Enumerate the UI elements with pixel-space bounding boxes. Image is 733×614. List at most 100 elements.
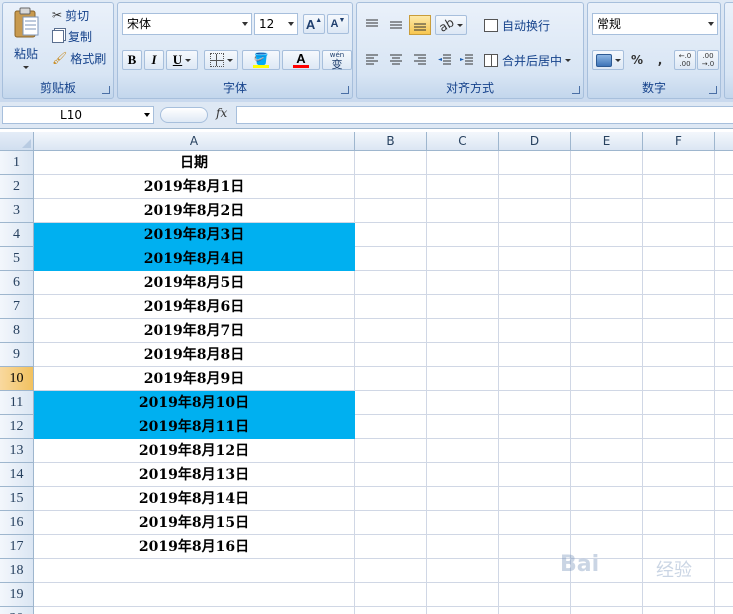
number-format-select[interactable]: 常规 — [592, 13, 718, 35]
cell-e13[interactable] — [571, 439, 643, 463]
row-header-7[interactable]: 7 — [0, 295, 34, 319]
row-header-15[interactable]: 15 — [0, 487, 34, 511]
cell-g6[interactable] — [715, 271, 733, 295]
row-header-12[interactable]: 12 — [0, 415, 34, 439]
cell-c13[interactable] — [427, 439, 499, 463]
cell-g2[interactable] — [715, 175, 733, 199]
row-header-6[interactable]: 6 — [0, 271, 34, 295]
row-header-8[interactable]: 8 — [0, 319, 34, 343]
cell-g9[interactable] — [715, 343, 733, 367]
number-dialog-launcher[interactable] — [709, 86, 717, 94]
cell-b4[interactable] — [355, 223, 427, 247]
cell-e1[interactable] — [571, 151, 643, 175]
cell-g16[interactable] — [715, 511, 733, 535]
increase-decimal-button[interactable]: ←.0 .00 — [674, 50, 696, 70]
row-header-1[interactable]: 1 — [0, 151, 34, 175]
row-header-20[interactable]: 20 — [0, 607, 34, 614]
cell-f6[interactable] — [643, 271, 715, 295]
cell-c20[interactable] — [427, 607, 499, 614]
cell-a10[interactable]: 2019年8月9日 — [34, 367, 355, 391]
cell-e5[interactable] — [571, 247, 643, 271]
cell-f11[interactable] — [643, 391, 715, 415]
cell-e6[interactable] — [571, 271, 643, 295]
cell-f7[interactable] — [643, 295, 715, 319]
underline-button[interactable]: U — [166, 50, 198, 70]
cell-a18[interactable] — [34, 559, 355, 583]
cell-c18[interactable] — [427, 559, 499, 583]
cell-e15[interactable] — [571, 487, 643, 511]
row-header-16[interactable]: 16 — [0, 511, 34, 535]
border-button[interactable] — [204, 50, 238, 70]
font-dialog-launcher[interactable] — [341, 86, 349, 94]
align-right-button[interactable] — [409, 50, 431, 70]
cell-c6[interactable] — [427, 271, 499, 295]
cell-a6[interactable]: 2019年8月5日 — [34, 271, 355, 295]
cell-f4[interactable] — [643, 223, 715, 247]
cell-f13[interactable] — [643, 439, 715, 463]
cell-b3[interactable] — [355, 199, 427, 223]
cell-b13[interactable] — [355, 439, 427, 463]
cell-f20[interactable] — [643, 607, 715, 614]
cell-g7[interactable] — [715, 295, 733, 319]
cut-button[interactable]: ✂ 剪切 — [51, 5, 111, 25]
cell-b12[interactable] — [355, 415, 427, 439]
orientation-button[interactable]: ab — [435, 15, 467, 35]
row-header-18[interactable]: 18 — [0, 559, 34, 583]
cell-f2[interactable] — [643, 175, 715, 199]
formula-pill[interactable] — [160, 107, 208, 123]
alignment-dialog-launcher[interactable] — [572, 86, 580, 94]
cell-g14[interactable] — [715, 463, 733, 487]
cell-c5[interactable] — [427, 247, 499, 271]
bold-button[interactable]: B — [122, 50, 142, 70]
cell-e19[interactable] — [571, 583, 643, 607]
cell-c17[interactable] — [427, 535, 499, 559]
cell-d14[interactable] — [499, 463, 571, 487]
phonetic-button[interactable]: wén 变 — [322, 50, 352, 70]
percent-button[interactable]: % — [626, 50, 648, 70]
cell-b7[interactable] — [355, 295, 427, 319]
cell-g4[interactable] — [715, 223, 733, 247]
format-painter-button[interactable]: 🖌 格式刷 — [51, 48, 113, 68]
cell-g12[interactable] — [715, 415, 733, 439]
cell-g13[interactable] — [715, 439, 733, 463]
cell-d4[interactable] — [499, 223, 571, 247]
copy-button[interactable]: 复制 — [51, 26, 111, 46]
cell-d15[interactable] — [499, 487, 571, 511]
cell-g5[interactable] — [715, 247, 733, 271]
cell-b19[interactable] — [355, 583, 427, 607]
fill-color-button[interactable]: 🪣 — [242, 50, 280, 70]
column-header-a[interactable]: A — [34, 132, 355, 151]
select-all-corner[interactable] — [0, 132, 34, 151]
row-header-10[interactable]: 10 — [0, 367, 34, 391]
cell-e3[interactable] — [571, 199, 643, 223]
insert-function-button[interactable]: fx — [216, 106, 227, 120]
row-header-17[interactable]: 17 — [0, 535, 34, 559]
cell-e12[interactable] — [571, 415, 643, 439]
cell-a8[interactable]: 2019年8月7日 — [34, 319, 355, 343]
cell-a19[interactable] — [34, 583, 355, 607]
cell-a13[interactable]: 2019年8月12日 — [34, 439, 355, 463]
cell-d20[interactable] — [499, 607, 571, 614]
cell-a9[interactable]: 2019年8月8日 — [34, 343, 355, 367]
cell-c4[interactable] — [427, 223, 499, 247]
row-header-14[interactable]: 14 — [0, 463, 34, 487]
row-header-9[interactable]: 9 — [0, 343, 34, 367]
cell-g1[interactable] — [715, 151, 733, 175]
cell-b18[interactable] — [355, 559, 427, 583]
cell-e8[interactable] — [571, 319, 643, 343]
align-top-button[interactable] — [361, 15, 383, 35]
decrease-indent-button[interactable] — [435, 50, 455, 70]
cell-f8[interactable] — [643, 319, 715, 343]
cell-d3[interactable] — [499, 199, 571, 223]
cell-f12[interactable] — [643, 415, 715, 439]
wrap-text-button[interactable]: 自动换行 — [483, 15, 557, 35]
cell-g15[interactable] — [715, 487, 733, 511]
cell-g19[interactable] — [715, 583, 733, 607]
cell-d12[interactable] — [499, 415, 571, 439]
cell-c11[interactable] — [427, 391, 499, 415]
cell-f10[interactable] — [643, 367, 715, 391]
align-center-button[interactable] — [385, 50, 407, 70]
cell-a12[interactable]: 2019年8月11日 — [34, 415, 355, 439]
cell-d2[interactable] — [499, 175, 571, 199]
cell-e14[interactable] — [571, 463, 643, 487]
